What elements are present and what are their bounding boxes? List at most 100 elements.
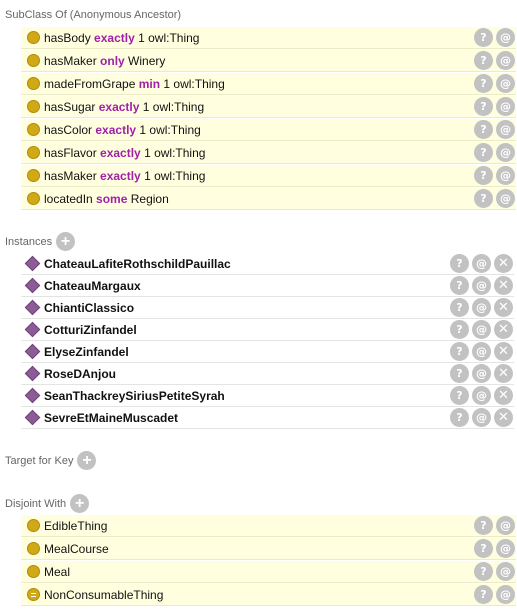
row-actions: ? @ [471,74,515,93]
disjoint-row[interactable]: EdibleThing ? @ [21,515,516,537]
annotate-button[interactable]: @ [496,189,515,208]
annotate-button[interactable]: @ [496,74,515,93]
subclass-row[interactable]: hasColor exactly 1 owl:Thing ? @ [21,119,516,141]
delete-button[interactable]: ✕ [494,298,513,317]
delete-button[interactable]: ✕ [494,408,513,427]
section-title: Disjoint With [5,497,67,510]
individual-icon [24,387,41,404]
row-actions: ? @ [471,28,515,47]
disjoint-class-label: EdibleThing [44,518,108,533]
class-icon [27,519,40,532]
explain-button[interactable]: ? [450,386,469,405]
instance-row[interactable]: ElyseZinfandel ? @ ✕ [21,341,514,363]
delete-button[interactable]: ✕ [494,364,513,383]
explain-button[interactable]: ? [450,276,469,295]
explain-button[interactable]: ? [474,516,493,535]
explain-button[interactable]: ? [474,585,493,604]
annotate-button[interactable]: @ [472,386,491,405]
instance-label: CotturiZinfandel [44,322,137,337]
annotate-button[interactable]: @ [496,28,515,47]
explain-button[interactable]: ? [450,298,469,317]
annotate-button[interactable]: @ [472,320,491,339]
instance-row[interactable]: RoseDAnjou ? @ ✕ [21,363,514,385]
explain-button[interactable]: ? [450,342,469,361]
explain-button[interactable]: ? [474,120,493,139]
disjoint-row[interactable]: NonConsumableThing ? @ [21,584,516,606]
subclass-row[interactable]: madeFromGrape min 1 owl:Thing ? @ [21,73,516,95]
restriction-text: hasMaker only Winery [44,53,166,68]
instance-row[interactable]: ChateauLafiteRothschildPauillac ? @ ✕ [21,253,514,275]
annotate-button[interactable]: @ [496,585,515,604]
annotate-button[interactable]: @ [472,254,491,273]
subclass-row[interactable]: locatedIn some Region ? @ [21,188,516,210]
annotate-button[interactable]: @ [496,562,515,581]
instance-row[interactable]: SeanThackreySiriusPetiteSyrah ? @ ✕ [21,385,514,407]
subclass-row[interactable]: hasBody exactly 1 owl:Thing ? @ [21,27,516,49]
subclass-row[interactable]: hasMaker only Winery ? @ [21,50,516,72]
explain-button[interactable]: ? [450,408,469,427]
explain-button[interactable]: ? [474,143,493,162]
annotate-button[interactable]: @ [472,342,491,361]
annotate-button[interactable]: @ [496,516,515,535]
target-for-key-header: Target for Key + [5,451,97,470]
explain-button[interactable]: ? [474,562,493,581]
individual-icon [24,255,41,272]
class-icon [27,169,40,182]
delete-button[interactable]: ✕ [494,342,513,361]
subclass-row[interactable]: hasFlavor exactly 1 owl:Thing ? @ [21,142,516,164]
instance-label: ChateauLafiteRothschildPauillac [44,256,231,271]
section-title: Instances [5,235,53,248]
disjoint-row[interactable]: Meal ? @ [21,561,516,583]
restriction-text: hasFlavor exactly 1 owl:Thing [44,145,206,160]
instance-label: ChiantiClassico [44,300,135,315]
section-title: SubClass Of (Anonymous Ancestor) [5,9,182,21]
restriction-text: locatedIn some Region [44,191,169,206]
restriction-text: hasMaker exactly 1 owl:Thing [44,168,206,183]
annotate-button[interactable]: @ [472,276,491,295]
instance-row[interactable]: CotturiZinfandel ? @ ✕ [21,319,514,341]
individual-icon [24,343,41,360]
restriction-text: madeFromGrape min 1 owl:Thing [44,76,225,91]
annotate-button[interactable]: @ [496,166,515,185]
delete-button[interactable]: ✕ [494,320,513,339]
annotate-button[interactable]: @ [496,97,515,116]
annotate-button[interactable]: @ [496,120,515,139]
explain-button[interactable]: ? [474,539,493,558]
delete-button[interactable]: ✕ [494,386,513,405]
row-actions: ? @ [471,516,515,535]
annotate-button[interactable]: @ [496,51,515,70]
annotate-button[interactable]: @ [472,298,491,317]
explain-button[interactable]: ? [474,51,493,70]
class-icon [27,542,40,555]
explain-button[interactable]: ? [474,74,493,93]
add-disjoint-class-button[interactable]: + [70,494,90,513]
individual-icon [24,299,41,316]
add-target-for-key-button[interactable]: + [77,451,97,470]
annotate-button[interactable]: @ [496,143,515,162]
explain-button[interactable]: ? [450,320,469,339]
delete-button[interactable]: ✕ [494,254,513,273]
instance-row[interactable]: ChiantiClassico ? @ ✕ [21,297,514,319]
individual-icon [24,277,41,294]
explain-button[interactable]: ? [474,28,493,47]
disjoint-row[interactable]: MealCourse ? @ [21,538,516,560]
annotate-button[interactable]: @ [472,408,491,427]
disjoint-with-header: Disjoint With + [5,494,90,513]
subclass-row[interactable]: hasMaker exactly 1 owl:Thing ? @ [21,165,516,187]
add-instance-button[interactable]: + [56,232,76,251]
class-icon [27,123,40,136]
explain-button[interactable]: ? [450,254,469,273]
subclass-row[interactable]: hasSugar exactly 1 owl:Thing ? @ [21,96,516,118]
row-actions: ? @ [471,189,515,208]
annotate-button[interactable]: @ [496,539,515,558]
instance-row[interactable]: SevreEtMaineMuscadet ? @ ✕ [21,407,514,429]
delete-button[interactable]: ✕ [494,276,513,295]
disjoint-class-label: MealCourse [44,541,109,556]
instance-row[interactable]: ChateauMargaux ? @ ✕ [21,275,514,297]
instance-label: ChateauMargaux [44,278,141,293]
explain-button[interactable]: ? [450,364,469,383]
explain-button[interactable]: ? [474,166,493,185]
explain-button[interactable]: ? [474,189,493,208]
annotate-button[interactable]: @ [472,364,491,383]
explain-button[interactable]: ? [474,97,493,116]
